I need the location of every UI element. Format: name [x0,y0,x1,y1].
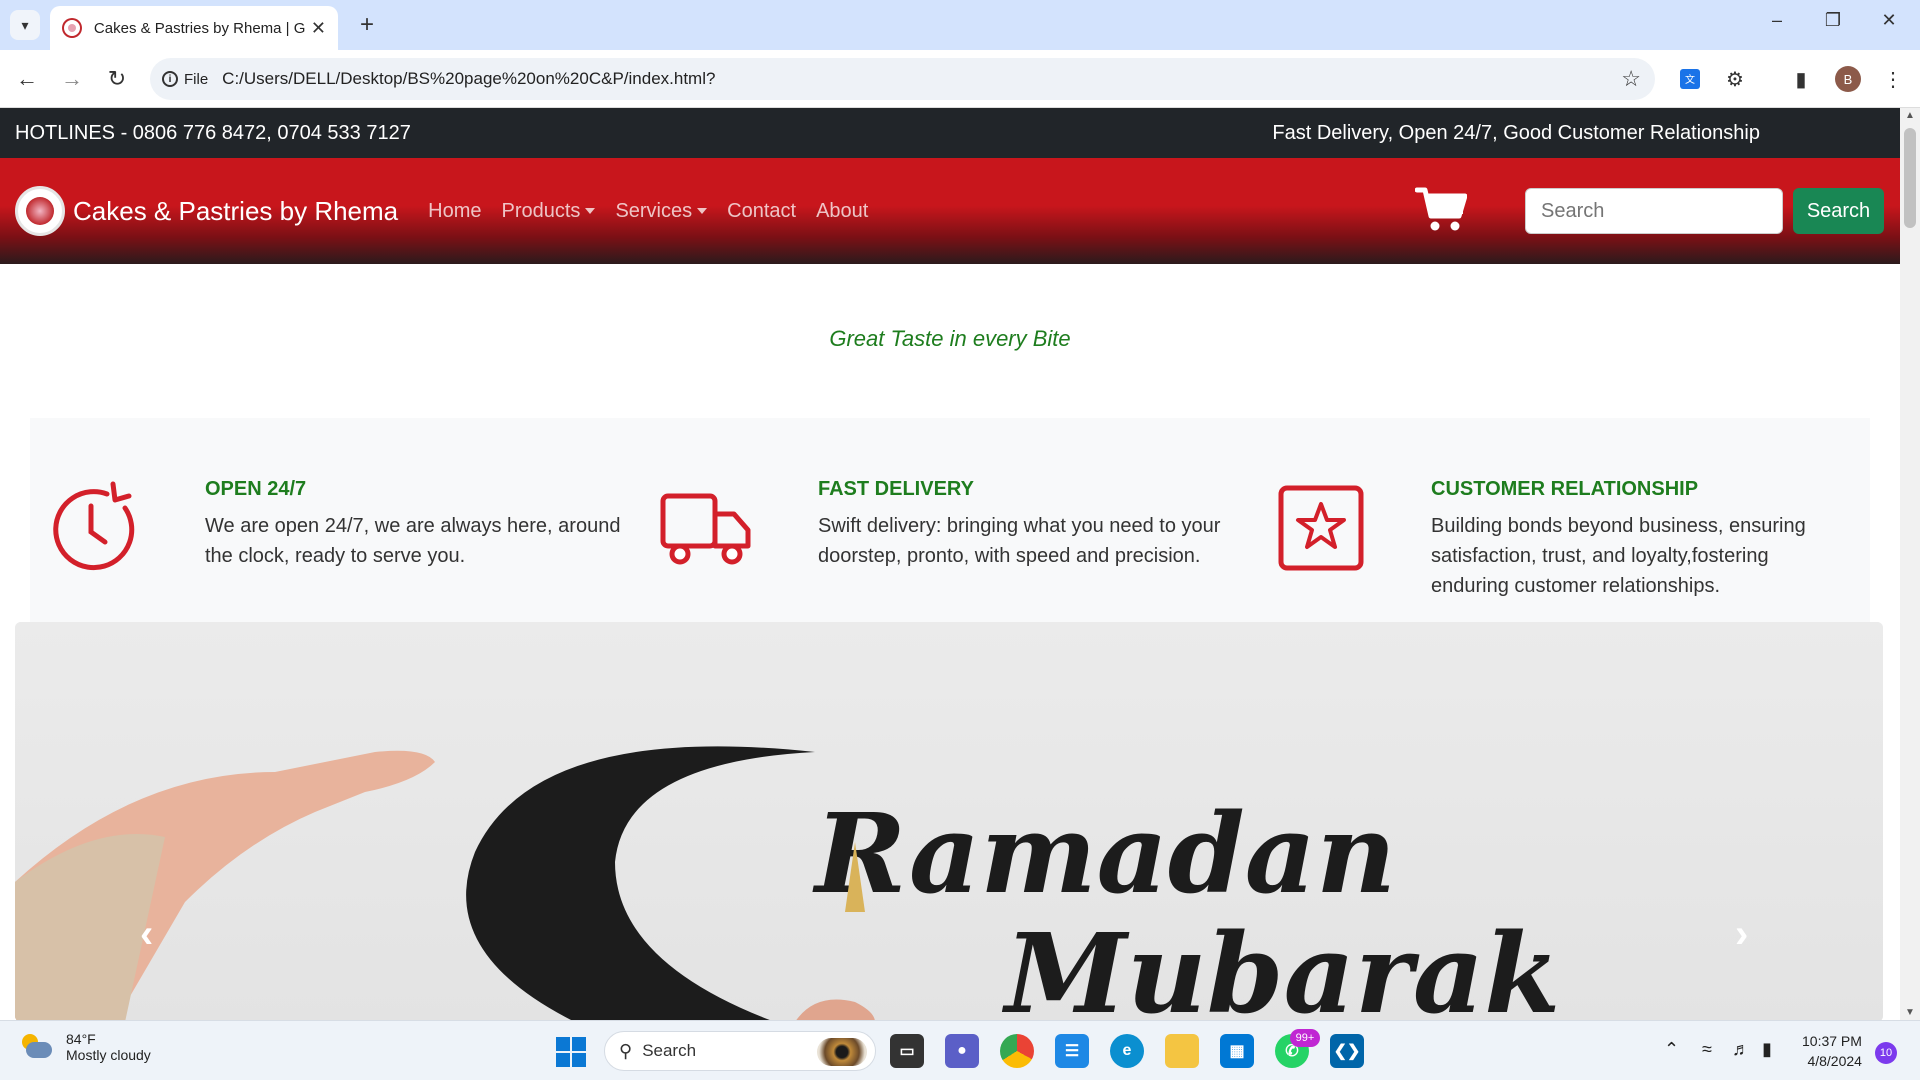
nav-products-label: Products [501,199,581,222]
feature-description: Swift delivery: bringing what you need t… [818,515,1221,567]
nav-services-dropdown[interactable]: Services [615,199,708,223]
forward-arrow-icon[interactable]: → [57,64,87,94]
vscode-icon[interactable]: ❮❯ [1330,1034,1364,1068]
star-icon [1278,485,1364,571]
site-favicon-icon [62,18,82,38]
hero-carousel: Ramadan Mubarak ‹ › [15,622,1883,1020]
info-icon: i [162,71,178,87]
weather-widget[interactable]: 84°F Mostly cloudy [20,1031,151,1063]
browser-toolbar: ← → ↻ i File C:/Users/DELL/Desktop/BS%20… [0,50,1920,108]
shopping-cart-icon[interactable] [1415,186,1467,234]
nav-contact-label: Contact [727,199,797,222]
address-bar[interactable]: i File C:/Users/DELL/Desktop/BS%20page%2… [150,58,1655,100]
brand-logo[interactable] [15,186,65,236]
ramadan-text: Ramadan [812,789,1396,918]
reload-icon[interactable]: ↻ [102,64,132,94]
mubarak-text: Mubarak [1001,909,1560,1020]
brand-name[interactable]: Cakes & Pastries by Rhema [73,196,398,227]
minimize-icon[interactable]: – [1762,10,1792,31]
profile-avatar[interactable]: B [1835,66,1861,92]
nav-contact[interactable]: Contact [727,200,796,223]
nav-home[interactable]: Home [428,200,481,223]
tray-overflow-chevron-icon[interactable]: ⌃ [1664,1039,1679,1060]
feature-open-24-7: OPEN 24/7 We are open 24/7, we are alway… [30,418,630,638]
windows-taskbar: 84°F Mostly cloudy ⚲ Search ▭ ● ☰ e ▦ ✆ … [0,1020,1920,1080]
scrollbar-thumb[interactable] [1904,128,1916,228]
side-panel-icon[interactable]: ▮ [1786,64,1816,94]
feature-heading: OPEN 24/7 [205,478,307,500]
edge-icon[interactable]: e [1110,1034,1144,1068]
clock-date: 4/8/2024 [1807,1053,1862,1069]
notepad-icon[interactable]: ☰ [1055,1034,1089,1068]
back-arrow-icon[interactable]: ← [12,64,42,94]
search-icon: ⚲ [619,1040,633,1061]
truck-icon [660,493,751,565]
main-navbar: Cakes & Pastries by Rhema Home Products … [0,158,1900,264]
file-label: File [184,70,209,88]
clock-time: 10:37 PM [1802,1033,1862,1049]
taskbar-search-label: Search [642,1041,697,1060]
feature-description: Building bonds beyond business, ensuring… [1431,515,1806,597]
caret-down-icon [585,208,596,214]
chrome-icon[interactable] [1000,1034,1034,1068]
browser-tab-strip: ▾ Cakes & Pastries by Rhema | Gr ✕ + – ❐… [0,0,1920,50]
svg-text:文: 文 [1685,73,1695,86]
menu-kebab-icon[interactable]: ⋮ [1878,64,1908,94]
weather-temp: 84°F [66,1031,96,1047]
weather-condition: Mostly cloudy [66,1047,151,1063]
site-search-button[interactable]: Search [1793,188,1884,234]
nav-about-label: About [816,199,869,222]
bookmark-star-icon[interactable]: ☆ [1621,66,1641,92]
search-highlight-image [817,1038,867,1066]
nav-services-label: Services [615,199,693,222]
tab-close-icon[interactable]: ✕ [311,18,326,39]
page-scrollbar[interactable]: ▲ ▼ [1900,108,1920,1020]
whatsapp-unread-badge: 99+ [1290,1029,1320,1047]
microsoft-store-icon[interactable]: ▦ [1220,1034,1254,1068]
partly-cloudy-icon [20,1032,54,1062]
carousel-next-chevron-icon[interactable]: › [1735,912,1748,957]
restore-icon[interactable]: ❐ [1818,10,1848,31]
site-info-chip[interactable]: i File [162,71,222,88]
browser-tab-active[interactable]: Cakes & Pastries by Rhema | Gr ✕ [50,6,338,50]
volume-icon[interactable]: ♬ [1732,1039,1750,1060]
tagline: Great Taste in every Bite [829,326,1071,351]
feature-heading: CUSTOMER RELATIONSHIP [1431,478,1699,500]
file-explorer-icon[interactable] [1165,1034,1199,1068]
site-search-input[interactable] [1525,188,1783,234]
services-summary-text: Fast Delivery, Open 24/7, Good Customer … [1272,121,1760,144]
tab-list-chevron-icon[interactable]: ▾ [10,10,40,40]
scroll-up-icon[interactable]: ▲ [1905,110,1915,121]
nav-home-label: Home [428,199,482,222]
task-view-icon[interactable]: ▭ [890,1034,924,1068]
tab-title: Cakes & Pastries by Rhema | Gr [93,19,305,37]
windows-start-icon[interactable] [556,1037,586,1067]
nav-products-dropdown[interactable]: Products [502,200,596,223]
teams-chat-icon[interactable]: ● [945,1034,979,1068]
feature-description: We are open 24/7, we are always here, ar… [205,515,621,567]
url-text[interactable]: C:/Users/DELL/Desktop/BS%20page%20on%20C… [222,69,715,89]
taskbar-search[interactable]: ⚲ Search [604,1031,876,1071]
scroll-down-icon[interactable]: ▼ [1905,1007,1915,1018]
web-page: HOTLINES - 0806 776 8472, 0704 533 7127 … [0,108,1900,1020]
battery-icon[interactable]: ▮ [1762,1039,1772,1060]
carousel-prev-chevron-icon[interactable]: ‹ [140,912,153,957]
nav-about[interactable]: About [816,200,868,223]
extension-translate-icon[interactable]: 文 [1675,64,1705,94]
feature-customer-relationship: CUSTOMER RELATIONSHIP Building bonds bey… [1256,418,1856,638]
top-info-bar: HOTLINES - 0806 776 8472, 0704 533 7127 … [0,108,1900,158]
feature-heading: FAST DELIVERY [818,478,974,500]
feature-fast-delivery: FAST DELIVERY Swift delivery: bringing w… [643,418,1243,638]
features-section: OPEN 24/7 We are open 24/7, we are alway… [30,418,1870,638]
wifi-icon[interactable]: ≈ [1702,1039,1712,1060]
caret-down-icon [697,208,708,214]
new-tab-plus-icon[interactable]: + [352,10,382,40]
hotlines-text: HOTLINES - 0806 776 8472, 0704 533 7127 [15,121,411,144]
window-close-icon[interactable]: ✕ [1874,10,1904,31]
extensions-puzzle-icon[interactable]: ⚙ [1720,64,1750,94]
clock-icon [53,481,135,571]
system-clock[interactable]: 10:37 PM 4/8/2024 [1802,1031,1862,1071]
notification-count-badge[interactable]: 10 [1875,1042,1897,1064]
ramadan-mubarak-image: Ramadan Mubarak [15,746,1560,1020]
